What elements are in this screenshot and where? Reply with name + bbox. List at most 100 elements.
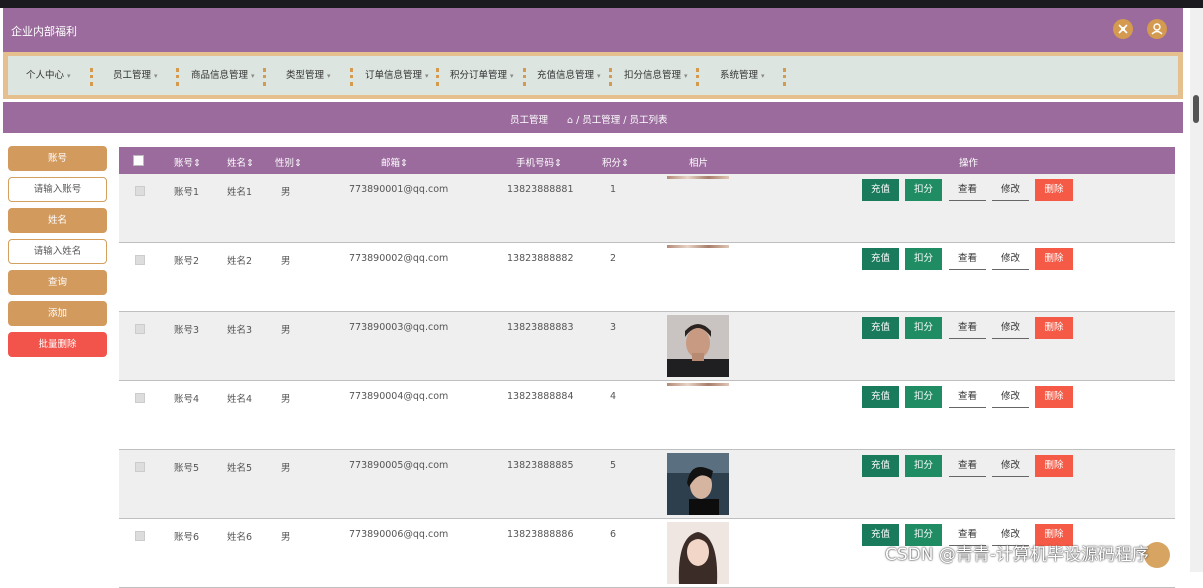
row-checkbox[interactable]	[135, 324, 145, 334]
edit-button[interactable]: 修改	[992, 248, 1029, 270]
query-button[interactable]: 查询	[8, 270, 107, 295]
breadcrumb: 员工管理 ⌂ / 员工管理 / 员工列表	[3, 102, 1183, 133]
menu-item-employee[interactable]: 员工管理 ▾	[113, 56, 158, 95]
cell-account: 账号6	[174, 532, 200, 543]
chevron-down-icon: ▾	[597, 72, 601, 80]
deduct-button[interactable]: 扣分	[905, 455, 942, 477]
column-header-phone[interactable]: 手机号码⇕	[516, 155, 562, 169]
cell-account: 账号1	[174, 187, 200, 198]
cell-gender: 男	[281, 256, 291, 267]
cell-name: 姓名1	[227, 187, 253, 198]
breadcrumb-path-text: / 员工管理 / 员工列表	[576, 115, 668, 126]
menu-separator	[350, 68, 353, 86]
cell-account: 账号2	[174, 256, 200, 267]
recharge-button[interactable]: 充值	[862, 317, 899, 339]
row-checkbox[interactable]	[135, 462, 145, 472]
chevron-down-icon: ▾	[684, 72, 688, 80]
menu-item-recharge[interactable]: 充值信息管理 ▾	[537, 56, 601, 95]
row-checkbox[interactable]	[135, 186, 145, 196]
menu-item-product[interactable]: 商品信息管理 ▾	[191, 56, 255, 95]
edit-button[interactable]: 修改	[992, 317, 1029, 339]
recharge-button[interactable]: 充值	[862, 248, 899, 270]
menu-item-orders[interactable]: 订单信息管理 ▾	[365, 56, 429, 95]
view-button[interactable]: 查看	[949, 248, 986, 270]
deduct-button[interactable]: 扣分	[905, 317, 942, 339]
page-scrollbar[interactable]	[1190, 8, 1203, 572]
account-input[interactable]: 请输入账号	[8, 177, 107, 202]
chevron-down-icon: ▾	[251, 72, 255, 80]
deduct-button[interactable]: 扣分	[905, 386, 942, 408]
column-header-name[interactable]: 姓名⇕	[227, 155, 254, 169]
view-button[interactable]: 查看	[949, 386, 986, 408]
main-menu-bar: 个人中心 ▾ 员工管理 ▾ 商品信息管理 ▾ 类型管理 ▾ 订单信息管理 ▾ 积分订单管理…	[3, 52, 1183, 99]
window-top-strip	[0, 0, 1203, 8]
cell-email: 773890001@qq.com	[349, 184, 449, 195]
menu-separator	[523, 68, 526, 86]
name-label: 姓名	[8, 208, 107, 233]
cell-email: 773890002@qq.com	[349, 253, 449, 264]
delete-button[interactable]: 删除	[1035, 248, 1073, 270]
employee-photo	[667, 176, 729, 179]
select-all-checkbox[interactable]	[133, 155, 144, 166]
cell-phone: 13823888884	[507, 391, 574, 402]
column-header-actions: 操作	[959, 158, 979, 169]
edit-button[interactable]: 修改	[992, 179, 1029, 201]
recharge-button[interactable]: 充值	[862, 386, 899, 408]
cell-email: 773890004@qq.com	[349, 391, 449, 402]
chevron-down-icon: ▾	[510, 72, 514, 80]
row-checkbox[interactable]	[135, 255, 145, 265]
edit-button[interactable]: 修改	[992, 386, 1029, 408]
chevron-down-icon: ▾	[154, 72, 158, 80]
home-icon[interactable]: ⌂	[567, 115, 573, 126]
view-button[interactable]: 查看	[949, 317, 986, 339]
column-header-points[interactable]: 积分⇕	[602, 155, 629, 169]
table-header: 账号⇕ 姓名⇕ 性别⇕ 邮箱⇕ 手机号码⇕ 积分⇕ 相片 操作	[119, 147, 1175, 174]
menu-item-category[interactable]: 类型管理 ▾	[286, 56, 331, 95]
menu-item-system[interactable]: 系统管理 ▾	[720, 56, 765, 95]
menu-item-profile[interactable]: 个人中心 ▾	[26, 56, 71, 95]
delete-button[interactable]: 删除	[1035, 386, 1073, 408]
cell-name: 姓名5	[227, 463, 253, 474]
column-header-email[interactable]: 邮箱⇕	[381, 155, 408, 169]
delete-button[interactable]: 删除	[1035, 179, 1073, 201]
chevron-down-icon: ▾	[761, 72, 765, 80]
view-button[interactable]: 查看	[949, 179, 986, 201]
cell-points: 6	[610, 529, 617, 540]
batch-delete-button[interactable]: 批量删除	[8, 332, 107, 357]
user-icon[interactable]	[1147, 19, 1167, 39]
column-header-gender[interactable]: 性别⇕	[275, 155, 302, 169]
menu-separator	[263, 68, 266, 86]
column-header-account[interactable]: 账号⇕	[174, 155, 201, 169]
chevron-down-icon: ▾	[67, 72, 71, 80]
menu-item-deduction[interactable]: 扣分信息管理 ▾	[624, 56, 688, 95]
fullscreen-icon[interactable]	[1113, 19, 1133, 39]
cell-account: 账号4	[174, 394, 200, 405]
employee-photo	[667, 245, 729, 248]
deduct-button[interactable]: 扣分	[905, 179, 942, 201]
scrollbar-thumb[interactable]	[1193, 95, 1199, 123]
cell-email: 773890005@qq.com	[349, 460, 449, 471]
recharge-button[interactable]: 充值	[862, 455, 899, 477]
cell-account: 账号5	[174, 463, 200, 474]
app-title: 企业内部福利	[11, 25, 77, 38]
row-checkbox[interactable]	[135, 531, 145, 541]
delete-button[interactable]: 删除	[1035, 317, 1073, 339]
name-input[interactable]: 请输入姓名	[8, 239, 107, 264]
cell-gender: 男	[281, 187, 291, 198]
menu-item-points-orders[interactable]: 积分订单管理 ▾	[450, 56, 514, 95]
main-menu: 个人中心 ▾ 员工管理 ▾ 商品信息管理 ▾ 类型管理 ▾ 订单信息管理 ▾ 积分订单管理…	[8, 56, 1178, 95]
edit-button[interactable]: 修改	[992, 455, 1029, 477]
recharge-button[interactable]: 充值	[862, 179, 899, 201]
delete-button[interactable]: 删除	[1035, 455, 1073, 477]
cell-phone: 13823888883	[507, 322, 574, 333]
row-checkbox[interactable]	[135, 393, 145, 403]
view-button[interactable]: 查看	[949, 455, 986, 477]
menu-separator	[176, 68, 179, 86]
add-button[interactable]: 添加	[8, 301, 107, 326]
menu-separator	[436, 68, 439, 86]
table-row: 账号1 姓名1 男 773890001@qq.com 13823888881 1…	[119, 174, 1175, 243]
deduct-button[interactable]: 扣分	[905, 248, 942, 270]
cell-points: 1	[610, 184, 617, 195]
app-header: 企业内部福利	[3, 8, 1183, 52]
cell-email: 773890003@qq.com	[349, 322, 449, 333]
